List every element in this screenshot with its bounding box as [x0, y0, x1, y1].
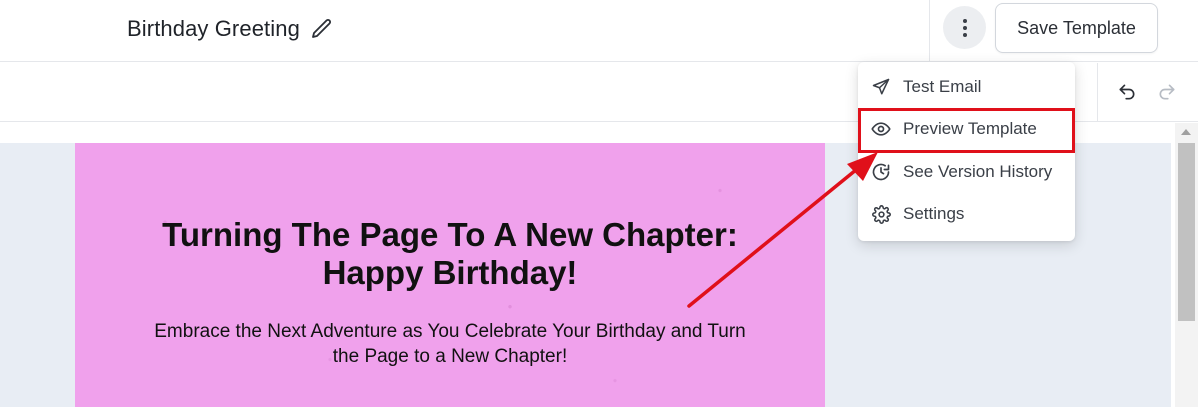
eye-icon: [871, 119, 891, 139]
vertical-scrollbar[interactable]: [1175, 123, 1198, 407]
subtext-line-2: the Page to a New Chapter!: [332, 346, 568, 367]
undo-button[interactable]: [1115, 80, 1139, 104]
kebab-icon: [962, 18, 967, 37]
scroll-up-arrow[interactable]: [1181, 129, 1191, 135]
menu-item-test-email[interactable]: Test Email: [858, 66, 1075, 108]
menu-item-label: See Version History: [903, 162, 1053, 181]
email-subtext[interactable]: Embrace the Next Adventure as You Celebr…: [130, 319, 770, 369]
history-icon: [871, 162, 891, 182]
more-options-menu: Test Email Preview Template See Version …: [858, 62, 1075, 241]
more-options-button[interactable]: [943, 6, 986, 49]
redo-button[interactable]: [1155, 80, 1179, 104]
menu-item-label: Test Email: [903, 77, 982, 96]
menu-item-preview-template[interactable]: Preview Template: [858, 108, 1075, 150]
menu-item-settings[interactable]: Settings: [858, 193, 1075, 235]
editor-header: Birthday Greeting Save Template: [0, 0, 1198, 62]
menu-item-label: Preview Template: [903, 119, 1037, 138]
subtext-line-1: Embrace the Next Adventure as You Celebr…: [154, 321, 746, 342]
template-editor: Birthday Greeting Save Template Turning …: [0, 0, 1198, 407]
send-icon: [871, 77, 891, 97]
toolbar-divider: [1097, 63, 1098, 121]
headline-line-1: Turning The Page To A New Chapter:: [162, 216, 738, 253]
email-hero-section[interactable]: Turning The Page To A New Chapter: Happy…: [75, 143, 825, 407]
menu-item-label: Settings: [903, 204, 965, 223]
title-area: Birthday Greeting: [127, 14, 334, 44]
headline-line-2: Happy Birthday!: [322, 254, 578, 291]
template-title: Birthday Greeting: [127, 16, 300, 41]
email-headline[interactable]: Turning The Page To A New Chapter: Happy…: [95, 216, 805, 292]
header-divider: [929, 0, 930, 62]
pencil-icon[interactable]: [310, 17, 334, 41]
menu-item-version-history[interactable]: See Version History: [858, 151, 1075, 193]
save-template-button[interactable]: Save Template: [995, 3, 1158, 53]
scroll-thumb[interactable]: [1178, 143, 1195, 321]
redo-icon: [1159, 84, 1175, 100]
gear-icon: [871, 204, 891, 224]
undo-icon: [1119, 84, 1135, 100]
